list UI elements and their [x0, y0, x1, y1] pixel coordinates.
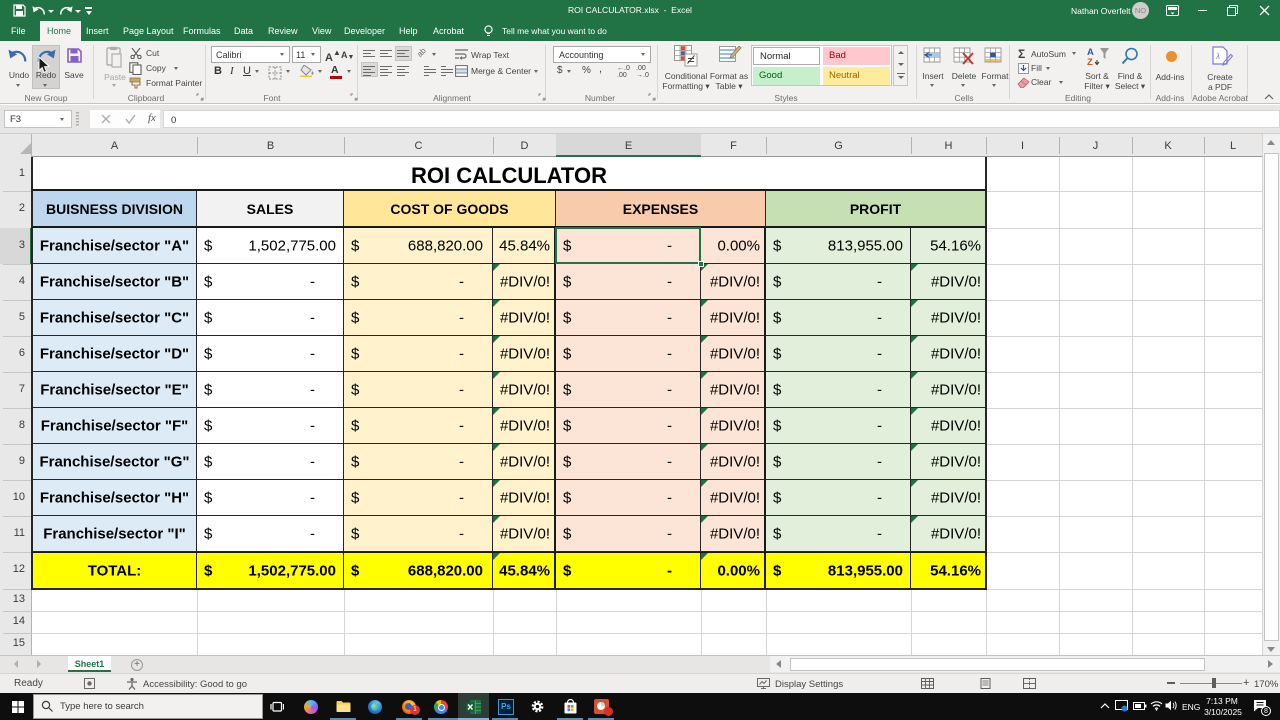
svg-text:Z: Z	[1087, 57, 1093, 66]
svg-text:λ: λ	[1215, 52, 1220, 61]
